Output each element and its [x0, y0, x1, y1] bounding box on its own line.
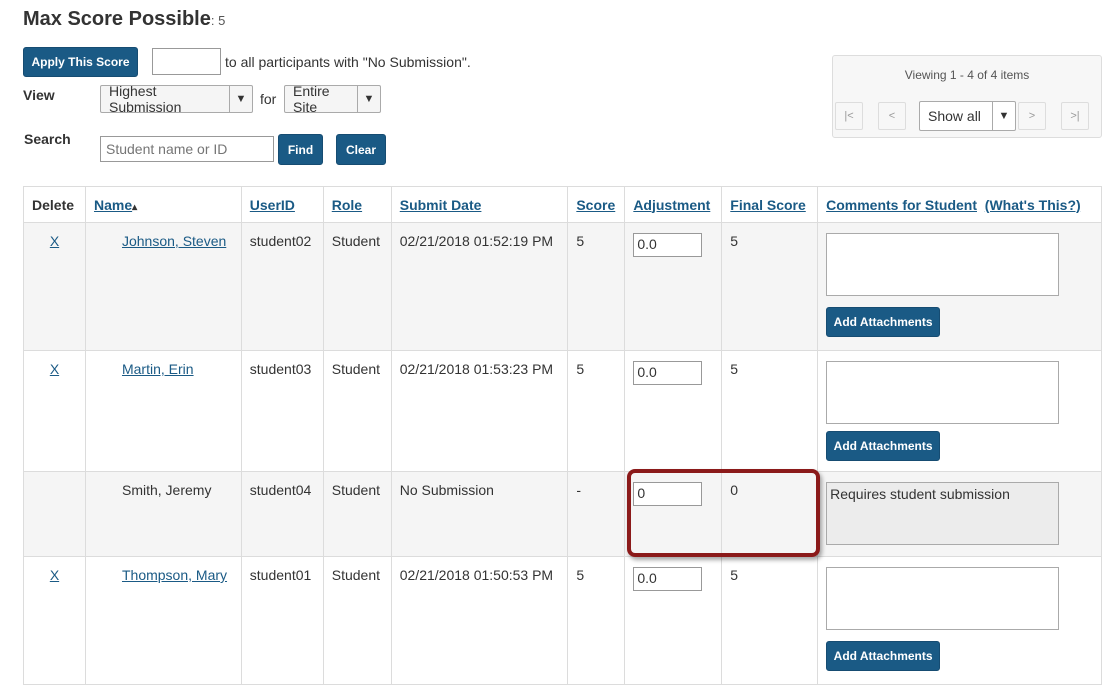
sort-by-final-score-link[interactable]: Final Score: [730, 197, 805, 213]
sort-by-name-link[interactable]: Name: [94, 197, 132, 213]
search-label: Search: [24, 131, 71, 147]
whats-this-link[interactable]: (What's This?): [985, 197, 1081, 213]
page-title-text: Max Score Possible: [23, 8, 211, 30]
role-cell: Student: [322, 556, 392, 685]
site-select[interactable]: Entire Site ▼: [284, 83, 381, 115]
apply-score-description: to all participants with "No Submission"…: [225, 54, 471, 70]
view-for-text: for: [260, 91, 277, 107]
table-row: Smith, Jeremy student04 Student No Submi…: [23, 471, 1102, 557]
header-delete: Delete: [23, 186, 86, 223]
userid-cell: student03: [240, 350, 324, 472]
table-row: X Martin, Erin student03 Student 02/21/2…: [23, 350, 1102, 472]
submit-date-cell: 02/21/2018 01:50:53 PM: [390, 556, 569, 685]
delete-link[interactable]: X: [50, 567, 59, 583]
chevron-down-icon: ▼: [357, 86, 380, 112]
userid-cell: student01: [240, 556, 324, 685]
score-cell: 5: [567, 556, 626, 685]
comment-textarea[interactable]: [826, 233, 1060, 296]
find-button[interactable]: Find: [278, 134, 323, 165]
final-score-cell: 5: [721, 350, 819, 472]
comment-textarea-disabled: Requires student submission: [826, 482, 1060, 545]
sort-by-role-link[interactable]: Role: [332, 197, 362, 213]
add-attachments-button[interactable]: Add Attachments: [826, 431, 941, 461]
header-final-score[interactable]: Final Score: [721, 186, 819, 223]
adjustment-input[interactable]: 0.0: [633, 233, 703, 257]
userid-cell: student02: [240, 222, 324, 351]
role-cell: Student: [322, 471, 392, 557]
final-score-cell: 5: [721, 222, 819, 351]
delete-cell-empty: [23, 471, 86, 557]
next-page-button[interactable]: >: [1018, 102, 1046, 130]
comment-textarea[interactable]: [826, 567, 1060, 630]
header-adjustment[interactable]: Adjustment: [624, 186, 723, 223]
comment-textarea[interactable]: [826, 361, 1060, 424]
add-attachments-button[interactable]: Add Attachments: [826, 641, 941, 671]
apply-score-button[interactable]: Apply This Score: [23, 47, 138, 77]
delete-link[interactable]: X: [50, 233, 59, 249]
role-cell: Student: [322, 222, 392, 351]
header-name[interactable]: Name▴: [84, 186, 242, 223]
adjustment-input[interactable]: 0.0: [633, 567, 703, 591]
submit-date-cell: 02/21/2018 01:53:23 PM: [390, 350, 569, 472]
grades-table: Delete Name▴ UserID Role Submit Date Sco…: [23, 186, 1102, 685]
chevron-down-icon: ▼: [992, 102, 1015, 130]
student-name-link[interactable]: Martin, Erin: [122, 361, 194, 377]
pager-status: Viewing 1 - 4 of 4 items: [904, 68, 1030, 82]
submission-select[interactable]: Highest Submission ▼: [100, 83, 253, 115]
chevron-down-icon: ▼: [229, 86, 252, 112]
submit-date-cell: 02/21/2018 01:52:19 PM: [390, 222, 569, 351]
sort-ascending-icon: ▴: [132, 201, 138, 213]
table-header-row: Delete Name▴ UserID Role Submit Date Sco…: [23, 186, 1102, 223]
site-select-value: Entire Site: [293, 83, 330, 115]
final-score-cell: 5: [721, 556, 819, 685]
table-row: X Johnson, Steven student02 Student 02/2…: [23, 222, 1102, 351]
delete-link[interactable]: X: [50, 361, 59, 377]
student-name-link[interactable]: Thompson, Mary: [122, 567, 227, 583]
first-page-button[interactable]: |<: [835, 102, 863, 130]
add-attachments-button[interactable]: Add Attachments: [826, 307, 941, 337]
highlight-box: [627, 469, 820, 557]
score-cell: -: [567, 471, 626, 557]
sort-by-adjustment-link[interactable]: Adjustment: [633, 197, 710, 213]
page-title: Max Score Possible: 5: [23, 8, 225, 31]
sort-by-score-link[interactable]: Score: [576, 197, 615, 213]
sort-by-submit-date-link[interactable]: Submit Date: [400, 197, 482, 213]
header-submit-date[interactable]: Submit Date: [390, 186, 569, 223]
score-cell: 5: [567, 350, 626, 472]
adjustment-input[interactable]: 0.0: [633, 361, 703, 385]
pager: Viewing 1 - 4 of 4 items |< < Show all ▼…: [832, 55, 1102, 138]
search-input[interactable]: [100, 136, 274, 162]
apply-score-input[interactable]: [152, 48, 221, 75]
clear-button[interactable]: Clear: [336, 134, 386, 165]
page-size-value: Show all: [928, 108, 981, 124]
header-score[interactable]: Score: [567, 186, 626, 223]
view-label: View: [23, 87, 55, 103]
header-userid[interactable]: UserID: [240, 186, 324, 223]
student-name: Smith, Jeremy: [84, 471, 242, 557]
comments-header-label: Comments for Student: [826, 196, 977, 213]
submit-date-cell: No Submission: [390, 471, 569, 557]
sort-by-userid-link[interactable]: UserID: [250, 197, 295, 213]
student-name-link[interactable]: Johnson, Steven: [122, 233, 226, 249]
userid-cell: student04: [240, 471, 324, 557]
prev-page-button[interactable]: <: [878, 102, 906, 130]
last-page-button[interactable]: >|: [1061, 102, 1089, 130]
header-role[interactable]: Role: [322, 186, 392, 223]
header-comments: Comments for Student (What's This?): [817, 186, 1102, 223]
submission-select-value: Highest Submission: [109, 83, 182, 115]
max-score-value: : 5: [210, 13, 226, 28]
role-cell: Student: [322, 350, 392, 472]
page-size-select[interactable]: Show all ▼: [919, 101, 1016, 131]
score-cell: 5: [567, 222, 626, 351]
table-row: X Thompson, Mary student01 Student 02/21…: [23, 556, 1102, 685]
